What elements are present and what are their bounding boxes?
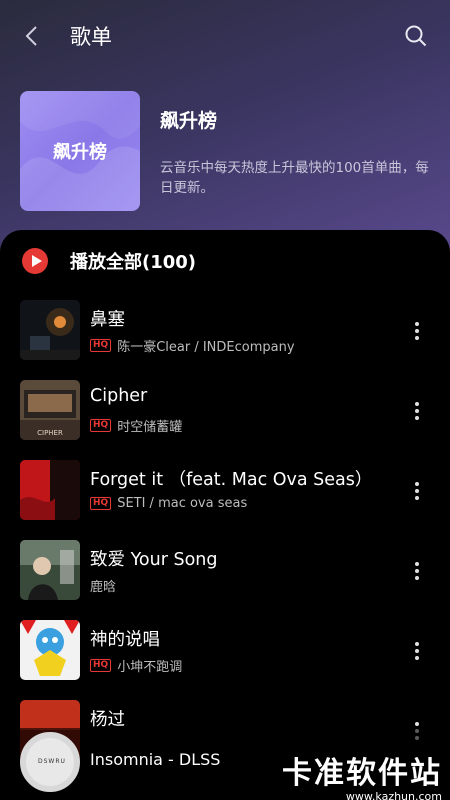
- back-icon[interactable]: [22, 24, 44, 48]
- more-options-icon[interactable]: [414, 562, 420, 580]
- more-options-icon[interactable]: [414, 322, 420, 340]
- hq-badge: HQ: [90, 419, 112, 432]
- play-all-button[interactable]: 播放全部(100): [22, 248, 196, 274]
- play-icon: [22, 248, 48, 274]
- search-icon[interactable]: [404, 24, 428, 48]
- more-options-icon[interactable]: [414, 642, 420, 660]
- more-options-icon[interactable]: [414, 482, 420, 500]
- cover-title: 飙升榜: [53, 142, 107, 163]
- album-art: CIPHER: [20, 380, 80, 440]
- song-meta: HQ 小坤不跑调: [90, 656, 182, 675]
- song-title: 致爱 Your Song: [90, 550, 218, 570]
- play-all-label: 播放全部(100): [70, 252, 197, 273]
- album-art: [20, 460, 80, 520]
- song-artist: 鹿晗: [90, 580, 117, 595]
- song-title: 鼻塞: [90, 310, 125, 330]
- page-title: 歌单: [70, 25, 112, 49]
- song-title: 神的说唱: [90, 630, 160, 650]
- site-watermark: 卡准软件站 www.kazhun.com: [282, 748, 442, 800]
- disc-label: DSWRU: [38, 758, 66, 765]
- song-row[interactable]: 神的说唱 HQ 小坤不跑调: [0, 620, 450, 700]
- song-row[interactable]: Forget it （feat. Mac Ova Seas） HQ SETI /…: [0, 460, 450, 540]
- album-art: [20, 300, 80, 360]
- song-meta: HQ 时空储蓄罐: [90, 416, 182, 435]
- more-options-icon[interactable]: [414, 402, 420, 420]
- hq-badge: HQ: [90, 339, 112, 352]
- playlist-name: 飙升榜: [160, 110, 218, 132]
- song-meta: HQ SETI / mac ova seas: [90, 496, 247, 511]
- song-meta: HQ 陈一豪Clear / INDEcompany: [90, 336, 295, 355]
- album-art-text: CIPHER: [37, 429, 63, 437]
- hq-badge: HQ: [90, 659, 112, 672]
- song-row[interactable]: CIPHER Cipher HQ 时空储蓄罐: [0, 380, 450, 460]
- album-art: [20, 540, 80, 600]
- song-artist: SETI / mac ova seas: [117, 496, 248, 511]
- hq-badge: HQ: [90, 497, 112, 510]
- song-meta: 鹿晗: [90, 576, 116, 595]
- song-artist: 时空储蓄罐: [117, 420, 183, 435]
- app-header: 歌单: [0, 0, 450, 72]
- song-row[interactable]: 鼻塞 HQ 陈一豪Clear / INDEcompany: [0, 300, 450, 380]
- now-playing-title: Insomnia - DLSS: [90, 750, 221, 769]
- song-artist: 小坤不跑调: [117, 660, 183, 675]
- now-playing-disc[interactable]: DSWRU: [20, 732, 80, 792]
- album-art: [20, 620, 80, 680]
- song-artist: 陈一豪Clear / INDEcompany: [117, 340, 295, 355]
- song-row[interactable]: 致爱 Your Song 鹿晗: [0, 540, 450, 620]
- song-title: Forget it （feat. Mac Ova Seas）: [90, 470, 373, 490]
- song-title: Cipher: [90, 386, 148, 406]
- playlist-description: 云音乐中每天热度上升最快的100首单曲，每日更新。: [160, 160, 429, 196]
- playlist-cover[interactable]: 飙升榜: [20, 91, 140, 211]
- watermark-text: 卡准软件站: [282, 756, 442, 791]
